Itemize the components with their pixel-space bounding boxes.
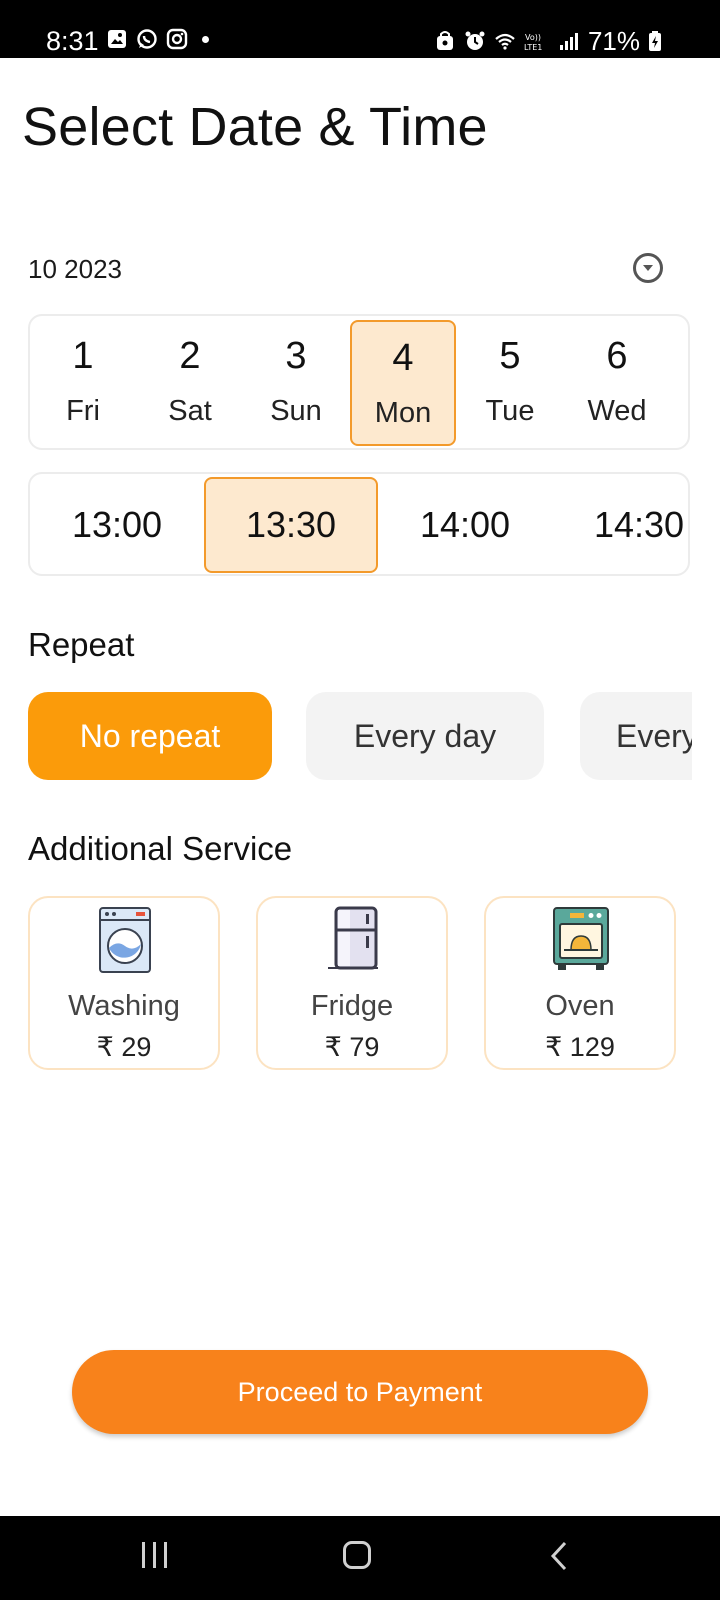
date-item[interactable]: 1 Fri [30,320,136,446]
chevron-down-icon[interactable] [633,253,663,283]
month-label: 10 2023 [28,254,122,284]
date-weekday: Tue [485,395,535,427]
notification-dot [202,35,209,43]
date-number: 3 [285,335,307,377]
vpn-icon [436,31,453,50]
signal-icon [559,33,578,50]
date-item[interactable]: 5 Tue [457,320,563,446]
time-slot-selected[interactable]: 13:30 [204,477,378,573]
date-number: 2 [179,335,201,377]
service-card-fridge[interactable]: Fridge ₹ 79 [256,896,448,1070]
date-number: 5 [499,335,521,377]
fridge-icon [328,906,378,970]
service-price: ₹ 29 [96,1032,152,1062]
date-strip[interactable]: 1 Fri 2 Sat 3 Sun 4 Mon 5 Tue 6 Wed [28,314,690,450]
time-strip[interactable]: 13:00 13:30 14:00 14:30 [28,472,690,576]
service-name: Oven [545,990,615,1022]
whatsapp-icon [137,29,157,49]
status-bar: 8:31 Vo)) LTE1 71% [0,0,720,58]
service-card-washing[interactable]: Washing ₹ 29 [28,896,220,1070]
repeat-option[interactable]: Every day [306,692,544,780]
service-price: ₹ 79 [324,1032,380,1062]
oven-icon [553,907,609,970]
battery-icon [649,31,661,51]
navigation-bar [0,1516,720,1600]
service-name: Fridge [310,990,394,1022]
repeat-option[interactable]: Every [580,692,692,780]
date-weekday: Sat [168,395,212,427]
date-weekday: Fri [66,395,100,427]
service-name: Washing [68,990,180,1022]
alarm-icon [465,31,485,50]
service-price: ₹ 129 [545,1032,615,1062]
battery-percent: 71% [587,26,640,56]
status-time: 8:31 [46,26,99,56]
washing-machine-icon [99,907,151,973]
proceed-to-payment-button[interactable]: Proceed to Payment [72,1350,648,1434]
instagram-icon [166,28,188,50]
date-item-selected[interactable]: 4 Mon [350,320,456,446]
repeat-title: Repeat [28,626,135,663]
recent-apps-icon[interactable] [140,1542,170,1570]
back-icon[interactable] [548,1540,570,1572]
date-number: 6 [606,335,628,377]
date-number: 1 [72,335,94,377]
date-weekday: Sun [270,395,322,427]
svg-text:LTE1: LTE1 [524,43,542,52]
date-item[interactable]: 6 Wed [564,320,670,446]
date-item[interactable]: 3 Sun [243,320,349,446]
repeat-options[interactable]: No repeat Every day Every [28,692,692,780]
wifi-icon [495,33,515,50]
svg-text:Vo)): Vo)) [525,33,541,42]
time-slot[interactable]: 14:00 [378,477,552,573]
date-weekday: Mon [374,397,432,429]
time-slot[interactable]: 14:30 [552,477,688,573]
date-weekday: Wed [587,395,647,427]
home-icon[interactable] [343,1541,371,1569]
volte-icon: Vo)) LTE1 [524,33,542,52]
date-item[interactable]: 2 Sat [137,320,243,446]
time-slot[interactable]: 13:00 [30,477,204,573]
gallery-icon [108,30,126,48]
date-number: 4 [392,337,414,379]
additional-service-title: Additional Service [28,830,293,867]
page-title: Select Date & Time [22,97,488,157]
repeat-option-selected[interactable]: No repeat [28,692,272,780]
service-card-oven[interactable]: Oven ₹ 129 [484,896,676,1070]
